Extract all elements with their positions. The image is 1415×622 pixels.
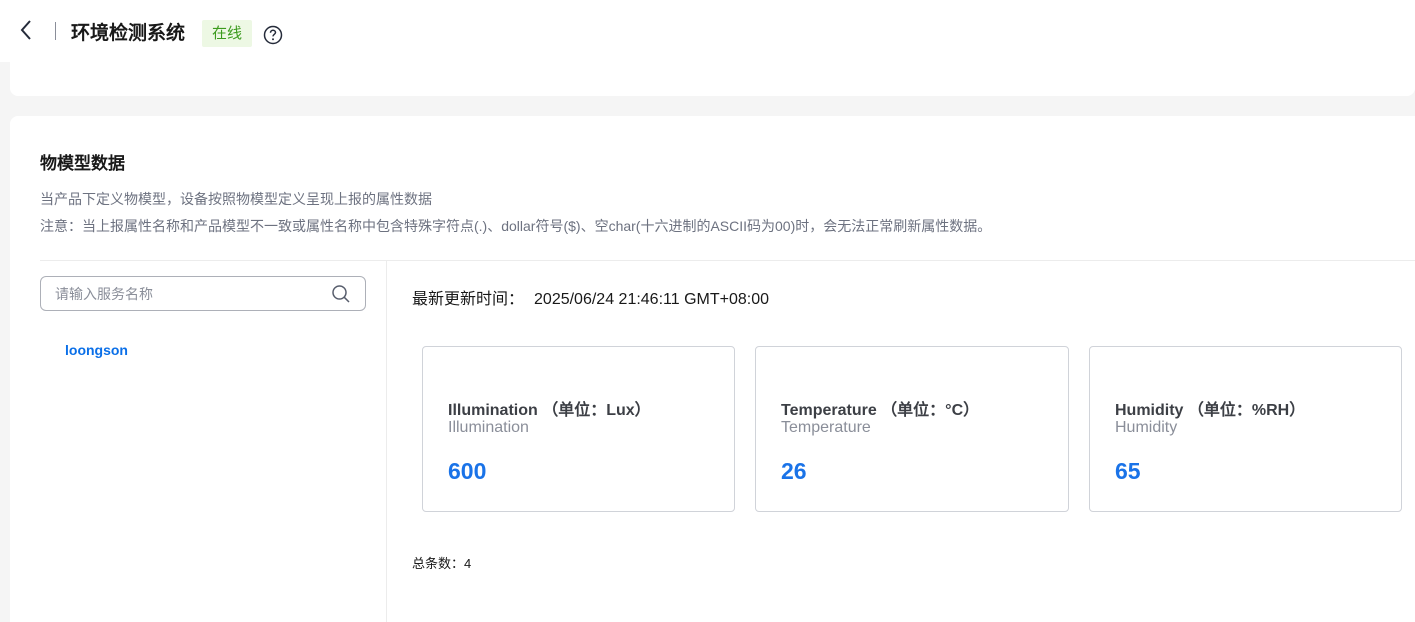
header-divider: [55, 22, 56, 40]
section-notice: 注意：当上报属性名称和产品模型不一致或属性名称中包含特殊字符点(.)、dolla…: [40, 218, 992, 234]
service-search-box: [40, 276, 366, 311]
total-count: 总条数：4: [412, 553, 471, 572]
service-item-loongson[interactable]: loongson: [65, 342, 128, 358]
status-badge: 在线: [202, 20, 253, 47]
page-title: 环境检测系统: [71, 23, 186, 44]
search-icon[interactable]: [331, 284, 351, 304]
property-card-humidity: Humidity （单位：%RH） Humidity 65: [1089, 346, 1402, 512]
help-icon[interactable]: [263, 25, 283, 45]
back-button[interactable]: [14, 18, 38, 42]
service-search-input[interactable]: [55, 284, 325, 304]
section-title: 物模型数据: [40, 154, 125, 173]
chevron-left-icon: [20, 20, 31, 40]
horizontal-divider: [40, 260, 1415, 261]
property-id: Temperature: [781, 419, 871, 436]
property-name: Humidity （单位：%RH）: [1115, 402, 1306, 419]
thing-model-panel: 物模型数据 当产品下定义物模型，设备按照物模型定义呈现上报的属性数据 注意：当上…: [10, 116, 1415, 622]
page-header: 环境检测系统 在线: [0, 0, 1415, 62]
property-name: Temperature （单位：°C）: [781, 402, 980, 419]
total-count-value: 4: [464, 556, 472, 571]
top-panel: [10, 62, 1415, 96]
section-description: 当产品下定义物模型，设备按照物模型定义呈现上报的属性数据: [40, 191, 432, 207]
last-update-label: 最新更新时间：: [412, 291, 525, 308]
property-id: Illumination: [448, 419, 529, 436]
property-id: Humidity: [1115, 419, 1178, 436]
property-value: 26: [781, 458, 807, 484]
total-count-label: 总条数：: [412, 556, 465, 571]
property-value: 600: [448, 458, 487, 484]
vertical-divider: [386, 261, 387, 622]
property-value: 65: [1115, 458, 1141, 484]
property-name: Illumination （单位：Lux）: [448, 402, 651, 419]
last-update-time: 最新更新时间： 2025/06/24 21:46:11 GMT+08:00: [412, 285, 769, 309]
last-update-value: 2025/06/24 21:46:11 GMT+08:00: [534, 291, 770, 308]
property-card-temperature: Temperature （单位：°C） Temperature 26: [755, 346, 1069, 512]
property-card-illumination: Illumination （单位：Lux） Illumination 600: [422, 346, 735, 512]
